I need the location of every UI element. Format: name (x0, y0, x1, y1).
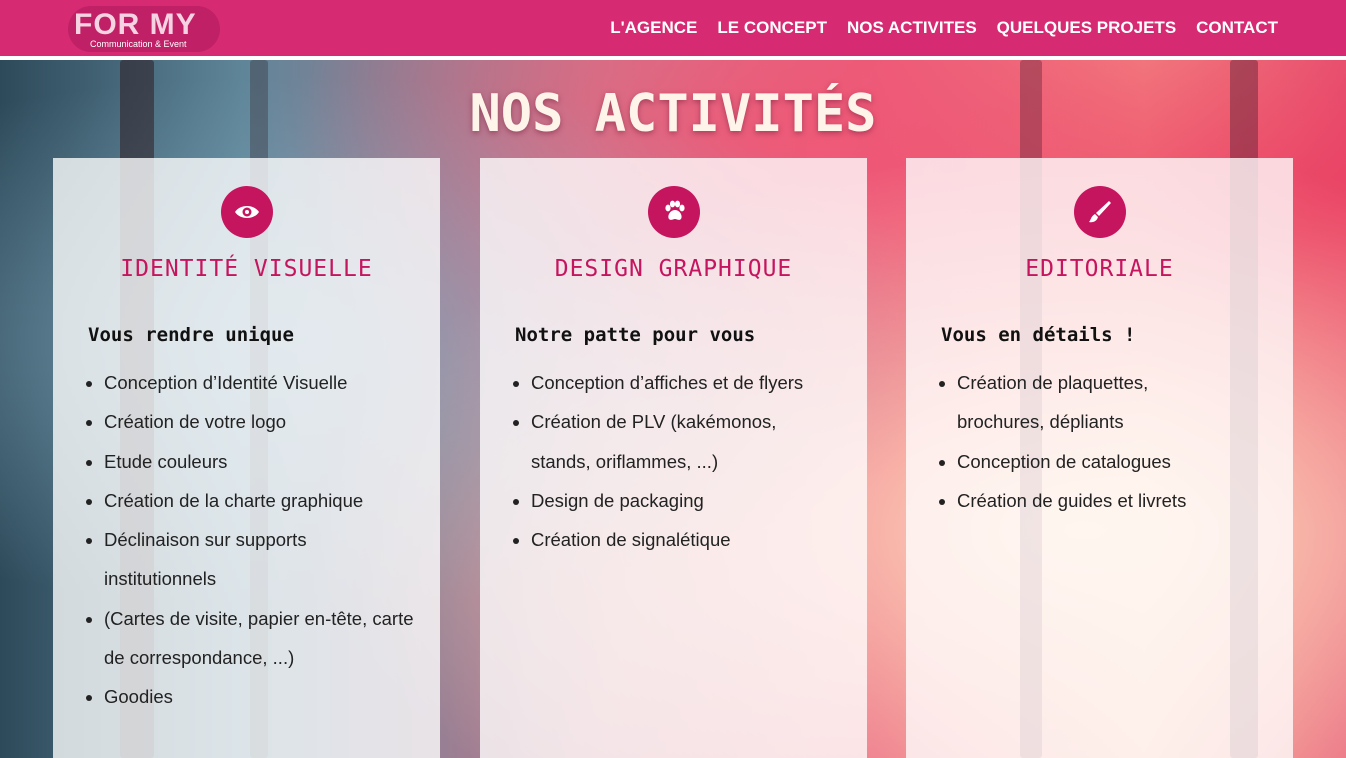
list-item: (Cartes de visite, papier en-tête, carte… (104, 599, 419, 678)
card-subtitle: Vous en détails ! (941, 324, 1136, 346)
activity-card-identite: IDENTITÉ VISUELLE Vous rendre unique Con… (53, 158, 440, 758)
paw-icon (647, 186, 700, 238)
list-item: Création de guides et livrets (957, 481, 1272, 520)
activity-card-design: DESIGN GRAPHIQUE Notre patte pour vous C… (480, 158, 867, 758)
site-header: FOR MY Communication & Event L'AGENCE LE… (0, 0, 1346, 60)
list-item: Goodies (104, 677, 419, 716)
paintbrush-icon (1073, 186, 1126, 238)
list-item: Design de packaging (531, 481, 846, 520)
list-item: Création de plaquettes, brochures, dépli… (957, 363, 1272, 442)
list-item: Création de la charte graphique (104, 481, 419, 520)
list-item: Conception d’affiches et de flyers (531, 363, 846, 402)
card-title: IDENTITÉ VISUELLE (120, 256, 373, 282)
card-title: EDITORIALE (1025, 256, 1174, 282)
list-item: Etude couleurs (104, 442, 419, 481)
nav-item-projets[interactable]: QUELQUES PROJETS (997, 18, 1176, 38)
card-subtitle: Vous rendre unique (88, 324, 294, 346)
page-title: NOS ACTIVITÉS (469, 84, 877, 144)
nav-item-contact[interactable]: CONTACT (1196, 18, 1278, 38)
eye-icon (220, 186, 273, 238)
nav-item-agence[interactable]: L'AGENCE (610, 18, 697, 38)
nav-item-activites[interactable]: NOS ACTIVITES (847, 18, 977, 38)
activity-card-editoriale: EDITORIALE Vous en détails ! Création de… (906, 158, 1293, 758)
list-item: Déclinaison sur supports institutionnels (104, 520, 419, 599)
card-title: DESIGN GRAPHIQUE (554, 256, 793, 282)
brand-logo[interactable]: FOR MY Communication & Event (68, 6, 220, 52)
list-item: Conception d’Identité Visuelle (104, 363, 419, 402)
logo-wordmark: FOR MY (74, 8, 197, 41)
main-navigation: L'AGENCE LE CONCEPT NOS ACTIVITES QUELQU… (610, 18, 1278, 38)
list-item: Création de signalétique (531, 520, 846, 559)
list-item: Création de votre logo (104, 402, 419, 441)
service-list: Création de plaquettes, brochures, dépli… (931, 363, 1272, 520)
service-list: Conception d’affiches et de flyers Créat… (505, 363, 846, 559)
list-item: Conception de catalogues (957, 442, 1272, 481)
list-item: Création de PLV (kakémonos, stands, orif… (531, 402, 846, 481)
logo-tagline: Communication & Event (90, 39, 187, 49)
nav-item-concept[interactable]: LE CONCEPT (717, 18, 827, 38)
card-subtitle: Notre patte pour vous (515, 324, 756, 346)
service-list: Conception d’Identité Visuelle Création … (78, 363, 419, 717)
